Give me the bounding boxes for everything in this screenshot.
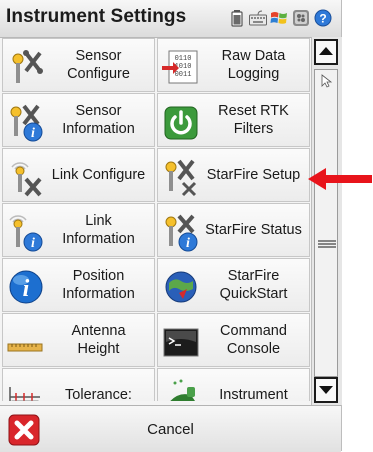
tile-label: Command Console — [220, 323, 287, 357]
link-information-icon: i — [9, 215, 43, 252]
tile-label: Raw Data Logging — [221, 48, 286, 82]
tolerance-button[interactable]: Tolerance: — [2, 368, 155, 401]
instrument-button[interactable]: Instrument — [157, 368, 310, 401]
raw-data-logging-button[interactable]: 0110 1010 0011 Raw Data Logging — [157, 38, 310, 92]
svg-text:i: i — [31, 236, 35, 251]
scroll-up-button[interactable] — [314, 39, 338, 65]
position-information-button[interactable]: i Position Information — [2, 258, 155, 312]
link-configure-button[interactable]: Link Configure — [2, 148, 155, 202]
starfire-quickstart-icon — [165, 271, 197, 303]
link-configure-icon — [11, 162, 42, 197]
tile-label: Sensor Information — [62, 103, 135, 137]
starfire-setup-button[interactable]: StarFire Setup — [157, 148, 310, 202]
svg-text:i: i — [186, 236, 190, 251]
windows-flag-icon[interactable] — [270, 9, 288, 27]
arrow-down-icon — [319, 386, 333, 394]
svg-text:0110: 0110 — [175, 55, 192, 63]
instrument-icon — [170, 379, 195, 401]
tile-label: Sensor Configure — [67, 48, 130, 82]
arrow-up-icon — [319, 47, 333, 55]
link-information-button[interactable]: i Link Information — [2, 203, 155, 257]
tile-label: Reset RTK Filters — [218, 103, 289, 137]
vertical-scrollbar[interactable] — [311, 37, 342, 405]
svg-text:?: ? — [319, 12, 326, 26]
tile-label: StarFire Status — [205, 222, 302, 238]
tile-label: Position Information — [62, 268, 135, 302]
antenna-height-button[interactable]: Antenna Height — [2, 313, 155, 367]
instrument-settings-window: Instrument Settings ? Sensor Configure 0… — [0, 0, 342, 452]
scroll-grip-icon — [318, 240, 336, 248]
battery-icon[interactable] — [228, 9, 246, 27]
cancel-button[interactable]: Cancel — [0, 405, 341, 452]
cursor-pointer-icon — [321, 74, 333, 88]
tile-label: Tolerance: — [65, 387, 132, 401]
power-reset-icon — [164, 106, 198, 140]
starfire-setup-icon — [165, 159, 197, 197]
help-icon[interactable]: ? — [314, 9, 332, 27]
cancel-label: Cancel — [147, 421, 194, 438]
tile-label: StarFire QuickStart — [219, 268, 288, 302]
settings-grid: Sensor Configure 0110 1010 0011 Raw Data… — [0, 37, 311, 401]
command-console-icon — [163, 328, 199, 357]
raw-data-logging-icon: 0110 1010 0011 — [162, 50, 198, 84]
sensor-information-icon: i — [10, 104, 43, 142]
tolerance-icon — [9, 387, 40, 401]
scroll-down-button[interactable] — [314, 377, 338, 403]
sensor-configure-button[interactable]: Sensor Configure — [2, 38, 155, 92]
settings-icon[interactable] — [292, 9, 310, 27]
svg-text:i: i — [23, 276, 30, 302]
tile-label: Antenna Height — [71, 323, 126, 357]
tile-label: Link Information — [62, 213, 135, 247]
scroll-thumb[interactable] — [314, 69, 338, 377]
starfire-status-icon: i — [165, 214, 198, 252]
sensor-information-button[interactable]: i Sensor Information — [2, 93, 155, 147]
sensor-configure-icon — [12, 50, 43, 83]
red-arrow-annotation-icon — [308, 168, 372, 190]
tile-label: Instrument — [219, 387, 288, 401]
tile-label: Link Configure — [51, 167, 146, 183]
tile-label: StarFire Setup — [206, 167, 301, 183]
svg-text:i: i — [31, 126, 35, 141]
starfire-status-button[interactable]: i StarFire Status — [157, 203, 310, 257]
title-bar: Instrument Settings ? — [0, 0, 341, 38]
starfire-quickstart-button[interactable]: StarFire QuickStart — [157, 258, 310, 312]
window-title: Instrument Settings — [6, 6, 187, 27]
svg-text:0011: 0011 — [175, 71, 192, 79]
position-information-icon: i — [9, 270, 43, 304]
antenna-height-icon — [7, 343, 43, 352]
keyboard-icon[interactable] — [249, 9, 267, 27]
command-console-button[interactable]: Command Console — [157, 313, 310, 367]
reset-rtk-filters-button[interactable]: Reset RTK Filters — [157, 93, 310, 147]
